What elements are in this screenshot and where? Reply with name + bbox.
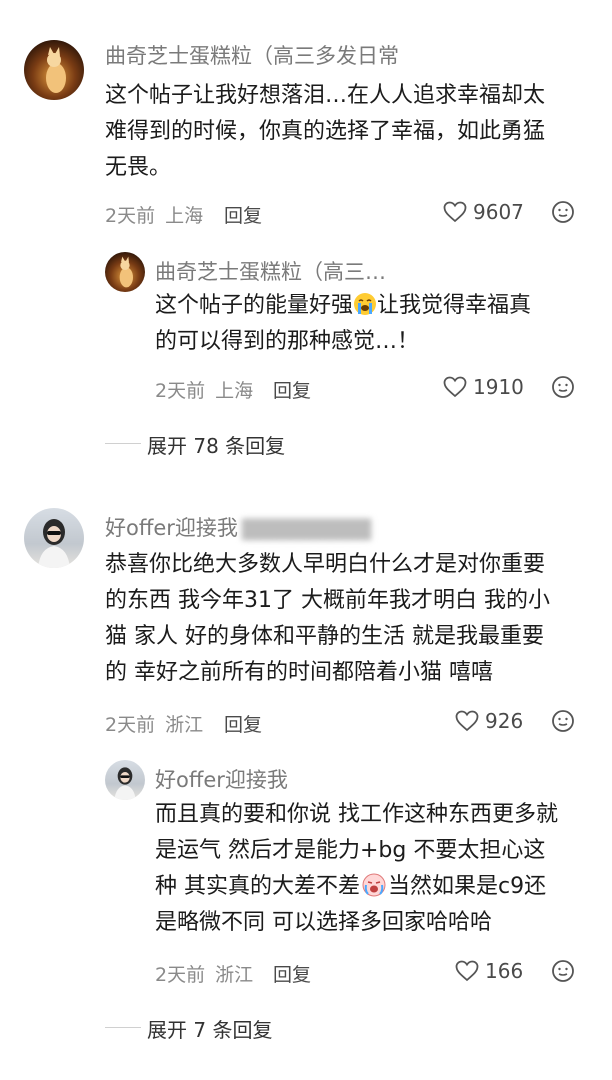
cat-avatar-icon (119, 256, 133, 288)
reply-text-segment: 让我觉得幸福真 (377, 293, 532, 318)
like-count: 1910 (473, 375, 524, 399)
reply-button[interactable]: 回复 (224, 710, 262, 737)
divider (105, 1027, 141, 1028)
emoji-react-button[interactable] (551, 375, 575, 403)
reply-text-line: 的可以得到的那种感觉…！ (155, 329, 420, 354)
heart-icon (443, 201, 467, 223)
reply-button[interactable]: 回复 (224, 201, 262, 228)
comment-text: 恭喜你比绝大多数人早明白什么才是对你重要 的东西 我今年31了 大概前年我才明白… (105, 547, 595, 691)
expand-replies-button[interactable]: 展开 7 条回复 (147, 1014, 272, 1043)
reply-text-line: 是略微不同 可以选择多回家哈哈哈 (155, 910, 492, 935)
comment-location: 浙江 (165, 714, 204, 736)
reply-text-line: 而且真的要和你说 找工作这种东西更多就 (155, 802, 558, 827)
reply-time: 2天前 (155, 964, 206, 986)
reply-text-segment: 这个帖子的能量好强 (155, 293, 354, 318)
reply-button[interactable]: 回复 (273, 376, 311, 403)
like-button[interactable]: 166 (455, 958, 523, 984)
reply-location: 浙江 (215, 964, 254, 986)
comment-text-line: 猫 家人 好的身体和平静的生活 就是我最重要 (105, 624, 544, 649)
comment-1: 曲奇芝士蛋糕粒（高三多发日常 这个帖子让我好想落泪…在人人追求幸福却太 难得到的… (0, 0, 612, 470)
like-count: 9607 (473, 200, 524, 224)
person-avatar-icon (38, 519, 70, 568)
emoji-react-button[interactable] (551, 200, 575, 228)
reply-button[interactable]: 回复 (273, 960, 311, 987)
comment-2: 好offer迎接我 ▇▇▇▇▇▇▇▇ 恭喜你比绝大多数人早明白什么才是对你重要 的… (0, 490, 612, 1050)
heart-icon (455, 710, 479, 732)
comment-text-line: 恭喜你比绝大多数人早明白什么才是对你重要 (105, 552, 546, 577)
heart-icon (455, 960, 479, 982)
blurred-text: ▇▇▇▇▇▇▇▇ (241, 516, 372, 540)
smiley-icon (552, 960, 574, 982)
like-button[interactable]: 926 (455, 708, 523, 734)
reply-location: 上海 (215, 380, 254, 402)
crying-emoji-icon (354, 293, 377, 315)
like-button[interactable]: 1910 (443, 374, 524, 400)
comment-text: 这个帖子让我好想落泪…在人人追求幸福却太 难得到的时候，你真的选择了幸福，如此勇… (105, 78, 595, 186)
comment-author[interactable]: 曲奇芝士蛋糕粒（高三多发日常 (105, 40, 399, 70)
reply-text-segment: 种 其实真的大差不差 (155, 874, 360, 899)
like-count: 166 (485, 959, 524, 983)
reply-text-line: 是运气 然后才是能力+bg 不要太担心这 (155, 838, 546, 863)
reply-text-segment: 当然如果是c9还 (388, 874, 547, 899)
reply-time: 2天前 (155, 380, 206, 402)
comment-time: 2天前 (105, 205, 156, 227)
sobbing-emoji-icon (362, 873, 386, 897)
like-count: 926 (485, 709, 524, 733)
reply-text: 而且真的要和你说 找工作这种东西更多就 是运气 然后才是能力+bg 不要太担心这… (155, 797, 595, 941)
person-avatar-icon (114, 767, 136, 800)
comment-meta: 2天前 上海 (105, 201, 203, 228)
comment-meta: 2天前 浙江 (105, 710, 203, 737)
comment-author-text: 好offer迎接我 (105, 516, 238, 540)
emoji-react-button[interactable] (551, 709, 575, 737)
divider (105, 443, 141, 444)
smiley-icon (552, 710, 574, 732)
reply-text-line: 这个帖子的能量好强 让我觉得幸福真 (155, 288, 595, 324)
avatar[interactable] (24, 508, 84, 568)
cat-avatar-icon (46, 47, 66, 93)
comment-text-line: 难得到的时候，你真的选择了幸福，如此勇猛 (105, 119, 546, 144)
comment-text-line: 的 幸好之前所有的时间都陪着小猫 嘻嘻 (105, 660, 493, 685)
reply-meta: 2天前 浙江 (155, 960, 253, 987)
reply-avatar[interactable] (105, 760, 145, 800)
smiley-icon (552, 376, 574, 398)
avatar[interactable] (24, 40, 84, 100)
comment-location: 上海 (165, 205, 204, 227)
comment-text-line: 这个帖子让我好想落泪…在人人追求幸福却太 (105, 83, 546, 108)
comment-text-line: 无畏。 (105, 155, 172, 180)
emoji-react-button[interactable] (551, 959, 575, 987)
comment-text-line: 的东西 我今年31了 大概前年我才明白 我的小 (105, 588, 550, 613)
like-button[interactable]: 9607 (443, 199, 524, 225)
smiley-icon (552, 201, 574, 223)
heart-icon (443, 376, 467, 398)
reply-meta: 2天前 上海 (155, 376, 253, 403)
reply-text-line: 种 其实真的大差不差 当然如果是c9还 (155, 869, 595, 905)
comment-author[interactable]: 好offer迎接我 ▇▇▇▇▇▇▇▇ (105, 512, 371, 542)
reply-avatar[interactable] (105, 252, 145, 292)
reply-text: 这个帖子的能量好强 让我觉得幸福真 的可以得到的那种感觉…！ (155, 288, 595, 360)
reply-author[interactable]: 曲奇芝士蛋糕粒（高三… (155, 256, 386, 286)
comment-time: 2天前 (105, 714, 156, 736)
reply-author[interactable]: 好offer迎接我 (155, 764, 288, 794)
expand-replies-button[interactable]: 展开 78 条回复 (147, 430, 285, 459)
